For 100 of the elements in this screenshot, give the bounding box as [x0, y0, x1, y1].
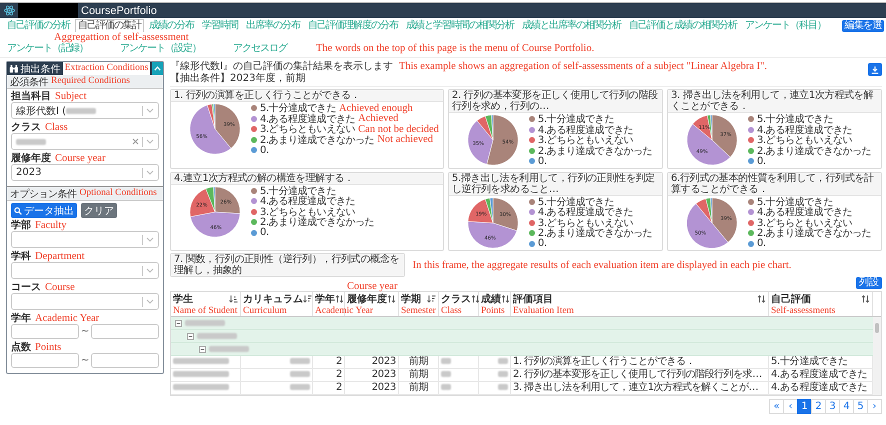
- redaction-block: [18, 3, 78, 18]
- sort-icon[interactable]: [229, 295, 238, 303]
- menu-item[interactable]: 成績と学習時間の相関分析: [403, 19, 517, 32]
- menu-item[interactable]: アンケート（科目）: [742, 19, 829, 32]
- clear-icon[interactable]: [132, 138, 139, 145]
- select-field[interactable]: [11, 262, 159, 279]
- menu-item[interactable]: 成績の分布: [146, 19, 197, 32]
- redacted-text: [197, 333, 237, 339]
- column-header[interactable]: 評価項目: [513, 292, 553, 306]
- column-header[interactable]: 学生: [173, 292, 193, 306]
- search-icon: [14, 206, 22, 214]
- menu-item[interactable]: 自己評価理解度の分布: [305, 19, 401, 32]
- field-label: 担当科目: [11, 90, 51, 103]
- menu-item[interactable]: 成績と出席率の相関分析: [519, 19, 624, 32]
- column-header[interactable]: 履修年度: [347, 292, 387, 306]
- chart-title: 4.連立1次方程式の解の構造を理解する．: [171, 172, 443, 184]
- clear-button[interactable]: クリア: [81, 203, 117, 218]
- app-title: CoursePortfolio: [81, 4, 157, 16]
- sort-icon[interactable]: [303, 295, 312, 303]
- menu-item[interactable]: 出席率の分布: [243, 19, 303, 32]
- range-separator: ~: [80, 326, 90, 337]
- chevron-down-icon: [146, 237, 154, 242]
- field-label: 学科: [11, 250, 31, 263]
- table-cell: 前期: [408, 382, 428, 393]
- sort-icon[interactable]: [471, 295, 480, 303]
- first-page-button[interactable]: «: [769, 399, 784, 414]
- annotation-text: Curriculum: [243, 306, 287, 316]
- column-header[interactable]: 学期: [401, 292, 421, 306]
- input-field[interactable]: [91, 353, 160, 368]
- annotation-text: Evaluation Item: [513, 306, 574, 316]
- sort-icon[interactable]: [427, 295, 436, 303]
- download-button[interactable]: [868, 63, 882, 76]
- page-button[interactable]: 4: [839, 399, 854, 414]
- annotation-text: Faculty: [35, 220, 66, 230]
- menu-item[interactable]: アクセスログ: [230, 42, 290, 55]
- column-header[interactable]: 自己評価: [771, 292, 811, 306]
- annotation-text: Semester: [401, 306, 436, 316]
- collapse-button[interactable]: [152, 62, 163, 75]
- legend-label: 0.: [538, 238, 547, 250]
- table-cell: 2. 行列の基本変形を正しく使用して行列の階段行列を求…: [513, 369, 762, 380]
- sort-icon[interactable]: [335, 295, 344, 303]
- menu-item[interactable]: アンケート（設定）: [117, 42, 204, 55]
- legend-label: 2.あまり達成できなかった: [538, 228, 652, 240]
- input-field[interactable]: [11, 324, 79, 339]
- range-separator: ~: [80, 355, 90, 366]
- legend-label: 3.どちらともいえない: [260, 206, 356, 218]
- redacted-text: [16, 138, 46, 144]
- edit-button[interactable]: 編集を選: [842, 20, 884, 32]
- table-cell: 1. 行列の演算を正しく行うことができる．: [513, 356, 696, 367]
- column-header[interactable]: 学年: [315, 292, 335, 306]
- annotation-text: Aggregattion of self-assessment: [54, 32, 189, 43]
- legend-label: 4.ある程度達成できた: [756, 206, 852, 218]
- input-field[interactable]: [11, 353, 79, 368]
- annotation-text: Academic Year: [315, 306, 374, 316]
- collapse-icon[interactable]: [187, 332, 194, 340]
- select-field[interactable]: [11, 133, 159, 150]
- column-header[interactable]: 成績: [481, 292, 501, 306]
- legend-label: 2.あまり達成できなかった: [538, 145, 652, 157]
- chart-title: 1. 行列の演算を正しく行うことができる．: [171, 90, 443, 102]
- sort-icon[interactable]: [387, 295, 396, 303]
- menu-item[interactable]: 自己評価の集計: [75, 19, 144, 32]
- page-button[interactable]: 1: [797, 399, 812, 414]
- column-header[interactable]: クラス: [441, 292, 471, 306]
- scrollbar[interactable]: [873, 317, 881, 395]
- legend-label: 4.ある程度達成できた: [260, 113, 356, 125]
- page-button[interactable]: 3: [825, 399, 840, 414]
- page-button[interactable]: 5: [853, 399, 868, 414]
- input-field[interactable]: [91, 324, 160, 339]
- page-button[interactable]: 2: [811, 399, 826, 414]
- redacted-text: [173, 371, 229, 377]
- table-cell: 2023: [372, 369, 396, 380]
- columns-button[interactable]: 列設: [856, 277, 882, 289]
- sort-icon[interactable]: [757, 295, 766, 303]
- next-page-button[interactable]: ›: [867, 399, 882, 414]
- chevron-down-icon: [146, 108, 154, 113]
- collapse-icon[interactable]: [199, 346, 206, 352]
- annotation-text: Department: [35, 250, 85, 262]
- annotation-text: Course: [45, 282, 75, 292]
- menu-item[interactable]: 自己評価の分析: [4, 19, 73, 32]
- select-field[interactable]: 線形代数Ⅰ (: [11, 102, 159, 119]
- table-cell: 5.十分達成できた: [771, 356, 848, 367]
- legend-label: 3.どちらともいえない: [538, 135, 634, 146]
- sort-icon[interactable]: [861, 295, 870, 303]
- legend-label: 3.どちらともいえない: [260, 124, 356, 136]
- annotation-text: Class: [45, 122, 68, 132]
- sort-icon[interactable]: [501, 295, 510, 303]
- annotation-text: Achieved: [358, 113, 398, 124]
- menu-item[interactable]: アンケート（記録）: [4, 42, 91, 55]
- legend-label: 0.: [260, 227, 269, 238]
- select-field[interactable]: [11, 231, 159, 248]
- collapse-icon[interactable]: [175, 320, 182, 326]
- select-field[interactable]: 2023: [11, 164, 159, 181]
- previous-page-button[interactable]: ‹: [783, 399, 798, 414]
- menu-item[interactable]: 学習時間: [199, 19, 241, 32]
- select-field[interactable]: [11, 293, 159, 310]
- column-header[interactable]: カリキュラム: [243, 292, 303, 306]
- table-cell: 前期: [408, 356, 428, 367]
- menu-item[interactable]: 自己評価と成績の相関分析: [626, 19, 740, 32]
- legend-label: 5.十分達成できた: [538, 196, 614, 208]
- extract-button[interactable]: データ抽出: [11, 203, 77, 218]
